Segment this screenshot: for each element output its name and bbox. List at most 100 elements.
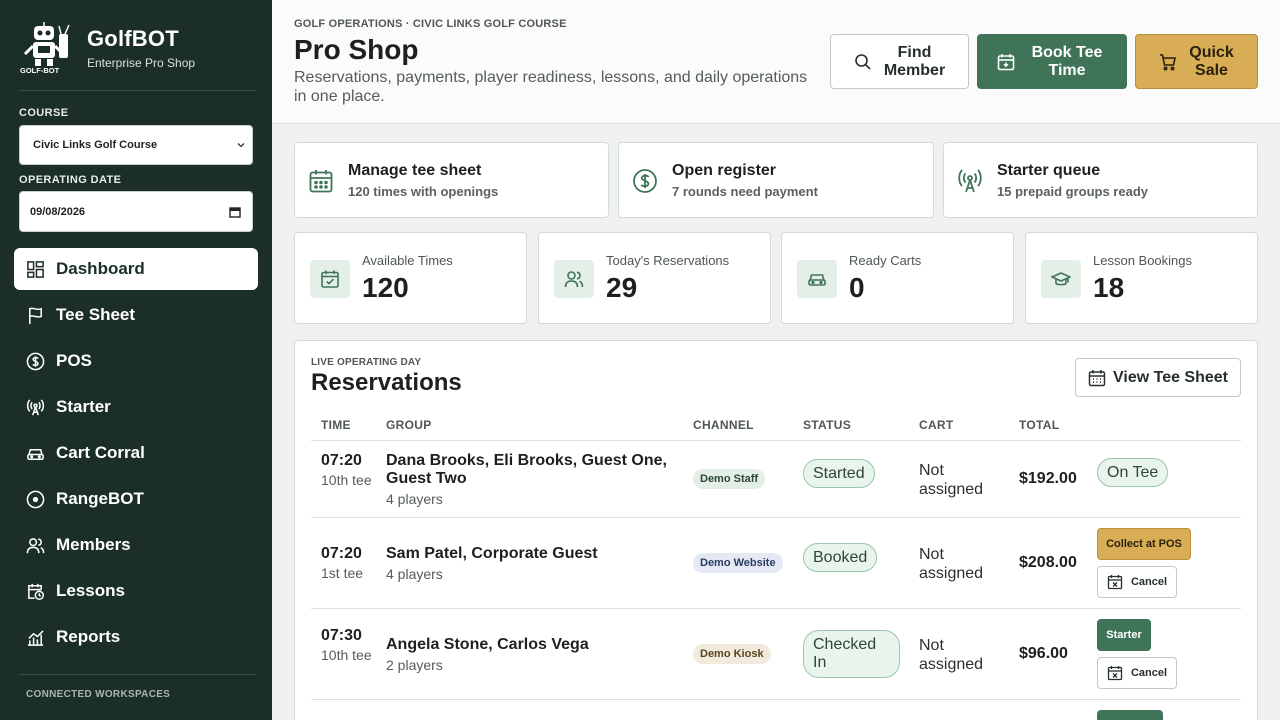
group-names[interactable]: Sam Patel, Corporate Guest xyxy=(386,545,681,563)
cart-icon xyxy=(27,448,44,460)
sidebar-item-reports[interactable]: Reports xyxy=(14,616,258,658)
find-member-label: Find Member xyxy=(883,43,946,79)
sidebar-item-label: Dashboard xyxy=(56,259,145,278)
group-names[interactable]: Angela Stone, Carlos Vega xyxy=(386,636,681,654)
quick-sale-label: Quick Sale xyxy=(1189,43,1234,79)
calendar-x-icon xyxy=(1107,666,1123,681)
status-cell: Booked xyxy=(803,543,878,572)
book-tee-time-button[interactable]: Book Tee Time xyxy=(977,34,1127,89)
sidebar-item-pos[interactable]: POS xyxy=(14,340,258,382)
tee-time: 07:20 xyxy=(321,452,362,469)
group-cell: Dana Brooks, Eli Brooks, Guest One, Gues… xyxy=(386,452,681,507)
sidebar-item-cart-corral[interactable]: Cart Corral xyxy=(14,432,258,474)
cancel-label: Cancel xyxy=(1130,667,1168,679)
sidebar-item-dashboard[interactable]: Dashboard xyxy=(14,248,258,290)
channel-badge: Demo Website xyxy=(693,553,783,573)
card-title: Open register xyxy=(672,162,777,179)
sidebar-item-label: Reports xyxy=(56,627,121,646)
card-title: Manage tee sheet xyxy=(348,162,482,179)
manage-tee-sheet-card[interactable]: Manage tee sheet 120 times with openings xyxy=(294,142,609,218)
card-subtitle: 15 prepaid groups ready xyxy=(997,184,1148,199)
book-tee-time-label: Book Tee Time xyxy=(1031,43,1103,79)
total-cell: $96.00 xyxy=(1019,645,1068,662)
dashboard-icon xyxy=(27,260,44,278)
cancel-label: Cancel xyxy=(1130,576,1168,588)
time-cell: 07:30 10th tee xyxy=(321,627,379,665)
action-cell: On Tee xyxy=(1097,458,1169,487)
table-divider xyxy=(311,440,1241,441)
cart-cell: Not assigned xyxy=(919,546,984,582)
brand[interactable]: GOLF-BOT GolfBOT Enterprise Pro Shop xyxy=(19,22,195,74)
page-title: Pro Shop xyxy=(294,34,419,65)
calendar-x-icon xyxy=(1107,575,1123,590)
operating-date-input[interactable]: 09/08/2026 xyxy=(19,191,253,232)
collect-at-pos-button[interactable]: Collect at POS xyxy=(1097,528,1191,560)
starter-queue-card[interactable]: Starter queue 15 prepaid groups ready xyxy=(943,142,1258,218)
card-subtitle: 7 rounds need payment xyxy=(672,184,818,199)
breadcrumb: GOLF OPERATIONS · CIVIC LINKS GOLF COURS… xyxy=(294,18,567,30)
sidebar-item-label: Members xyxy=(56,535,131,554)
column-header-cart: CART xyxy=(919,418,954,432)
next-row-action-button[interactable] xyxy=(1097,710,1163,720)
operating-date-value: 09/08/2026 xyxy=(30,205,86,218)
cancel-button[interactable]: Cancel xyxy=(1097,566,1177,598)
tee-time: 07:20 xyxy=(321,545,362,562)
sidebar-item-label: POS xyxy=(56,351,92,370)
sidebar-item-label: Tee Sheet xyxy=(56,305,136,324)
calendar-icon xyxy=(1088,369,1106,386)
stat-value: 29 xyxy=(606,272,638,303)
brand-subtitle: Enterprise Pro Shop xyxy=(87,56,196,70)
stat-value: 18 xyxy=(1093,272,1125,303)
channel-badge: Demo Kiosk xyxy=(693,644,771,664)
calendar-plus-icon xyxy=(997,53,1015,70)
player-count: 2 players xyxy=(386,657,443,673)
table-row-divider xyxy=(311,608,1241,609)
channel-cell: Demo Website xyxy=(693,553,783,573)
target-icon xyxy=(26,490,45,508)
stat-ready-carts: Ready Carts 0 xyxy=(781,232,1014,324)
course-label: COURSE xyxy=(19,107,69,119)
sidebar-divider xyxy=(19,674,257,675)
starter-button[interactable]: Starter xyxy=(1097,619,1151,651)
stat-label: Today's Reservations xyxy=(606,253,730,268)
cancel-button[interactable]: Cancel xyxy=(1097,657,1177,689)
tee-time: 07:30 xyxy=(321,627,362,644)
channel-cell: Demo Kiosk xyxy=(693,644,771,664)
group-cell: Angela Stone, Carlos Vega 2 players xyxy=(386,636,681,673)
sidebar-item-label: Starter xyxy=(56,397,111,416)
graduation-cap-icon xyxy=(1051,272,1071,286)
table-row-divider xyxy=(311,517,1241,518)
tee-start: 10th tee xyxy=(321,472,372,488)
sidebar-item-label: Cart Corral xyxy=(56,443,145,462)
stat-icon-box xyxy=(797,260,837,298)
view-tee-sheet-label: View Tee Sheet xyxy=(1112,368,1228,386)
group-names[interactable]: Dana Brooks, Eli Brooks, Guest One, Gues… xyxy=(386,452,681,488)
calendar-icon[interactable] xyxy=(229,206,241,218)
sidebar-item-tee-sheet[interactable]: Tee Sheet xyxy=(14,294,258,336)
date-label: OPERATING DATE xyxy=(19,174,122,186)
channel-badge: Demo Staff xyxy=(693,469,766,489)
quick-sale-button[interactable]: Quick Sale xyxy=(1135,34,1258,89)
stat-lesson-bookings: Lesson Bookings 18 xyxy=(1025,232,1258,324)
status-cell: Checked In xyxy=(803,630,900,678)
status-badge: Checked In xyxy=(803,630,900,678)
status-badge: Started xyxy=(803,459,875,488)
sidebar-nav: Dashboard Tee Sheet POS Starter Cart Cor… xyxy=(14,248,258,662)
stat-label: Lesson Bookings xyxy=(1093,253,1193,268)
sidebar-item-lessons[interactable]: Lessons xyxy=(14,570,258,612)
on-tee-badge: On Tee xyxy=(1097,458,1169,487)
sidebar-item-members[interactable]: Members xyxy=(14,524,258,566)
course-select[interactable]: Civic Links Golf Course xyxy=(19,125,253,165)
broadcast-icon xyxy=(958,169,982,193)
section-title: Reservations xyxy=(311,369,462,396)
table-row-divider xyxy=(311,699,1241,700)
open-register-card[interactable]: Open register 7 rounds need payment xyxy=(618,142,934,218)
users-icon xyxy=(564,271,584,288)
view-tee-sheet-button[interactable]: View Tee Sheet xyxy=(1075,358,1241,397)
tee-start: 10th tee xyxy=(321,647,372,663)
find-member-button[interactable]: Find Member xyxy=(830,34,969,89)
section-eyebrow: LIVE OPERATING DAY xyxy=(311,357,422,368)
sidebar-item-rangebot[interactable]: RangeBOT xyxy=(14,478,258,520)
total-cell: $192.00 xyxy=(1019,470,1077,487)
sidebar-item-starter[interactable]: Starter xyxy=(14,386,258,428)
